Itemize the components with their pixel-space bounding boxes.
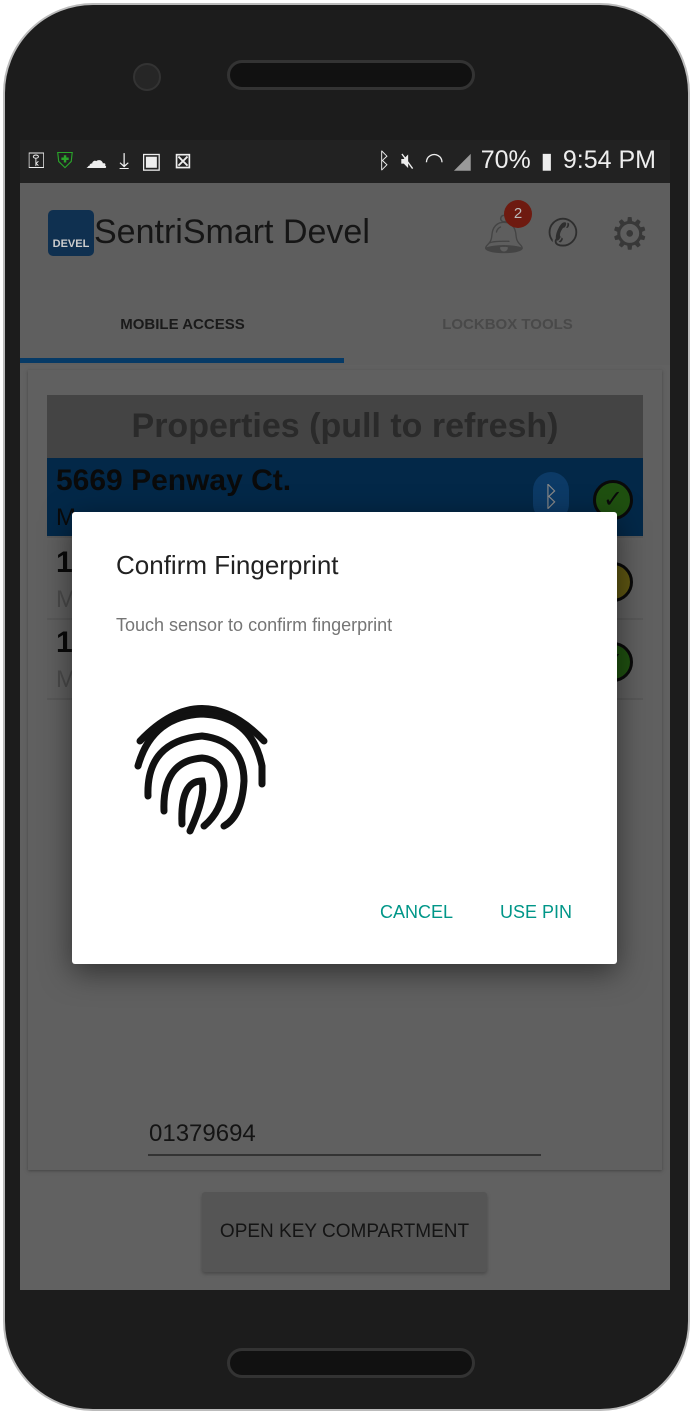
fingerprint-icon bbox=[134, 705, 268, 835]
download-icon: ⤓ bbox=[119, 148, 129, 173]
status-bar: ⚿ ⛨ ☁ ⤓ ▣ ⊠ ᛒ 🔇︎ ◠ ◢ 70% ▮ 9:54 PM bbox=[20, 140, 670, 183]
front-camera bbox=[133, 63, 161, 91]
gear-icon[interactable]: ⚙ bbox=[610, 209, 649, 260]
battery-icon: ▮ bbox=[540, 147, 553, 173]
property-address: 5669 Penway Ct. bbox=[56, 464, 292, 497]
property-address: 1 bbox=[56, 546, 73, 579]
dialog-message: Touch sensor to confirm fingerprint bbox=[116, 615, 393, 635]
bottom-speaker bbox=[227, 1348, 475, 1378]
property-address: 1 bbox=[56, 626, 73, 659]
key-icon: ⚿ bbox=[28, 148, 45, 173]
tab-indicator bbox=[20, 358, 344, 363]
vpn-shield-icon: ⛨ bbox=[56, 148, 74, 173]
app-bar: DEVEL SentriSmart Devel 🔔︎ 2 ✆ ⚙ bbox=[20, 183, 670, 290]
tab-mobile-access[interactable]: MOBILE ACCESS bbox=[20, 290, 345, 365]
app-logo: DEVEL bbox=[48, 210, 94, 256]
mute-icon: 🔇︎ bbox=[400, 147, 415, 173]
properties-header: Properties (pull to refresh) bbox=[47, 395, 643, 458]
use-pin-button[interactable]: USE PIN bbox=[500, 902, 572, 923]
clock: 9:54 PM bbox=[562, 146, 656, 174]
pin-input-underline bbox=[148, 1154, 541, 1156]
open-key-compartment-button[interactable]: OPEN KEY COMPARTMENT bbox=[202, 1192, 487, 1272]
image-icon: ▣ bbox=[141, 148, 162, 173]
notification-badge: 2 bbox=[504, 200, 532, 228]
signal-icon: ◢ bbox=[453, 147, 471, 173]
phone-icon[interactable]: ✆ bbox=[547, 211, 579, 256]
dialog-title: Confirm Fingerprint bbox=[116, 550, 339, 580]
tab-bar: MOBILE ACCESS LOCKBOX TOOLS bbox=[20, 290, 670, 365]
bluetooth-icon: ᛒ bbox=[377, 147, 391, 173]
file-x-icon: ⊠ bbox=[173, 148, 193, 173]
battery-percent: 70% bbox=[480, 146, 531, 174]
fingerprint-dialog: Confirm Fingerprint Touch sensor to conf… bbox=[72, 512, 617, 964]
wifi-icon: ◠ bbox=[424, 147, 444, 173]
cancel-button[interactable]: CANCEL bbox=[380, 902, 453, 923]
tab-lockbox-tools[interactable]: LOCKBOX TOOLS bbox=[345, 290, 670, 365]
top-speaker bbox=[227, 60, 475, 90]
cloud-icon: ☁ bbox=[85, 148, 108, 173]
pin-input[interactable]: 01379694 bbox=[149, 1120, 256, 1148]
app-title: SentriSmart Devel bbox=[94, 213, 370, 251]
